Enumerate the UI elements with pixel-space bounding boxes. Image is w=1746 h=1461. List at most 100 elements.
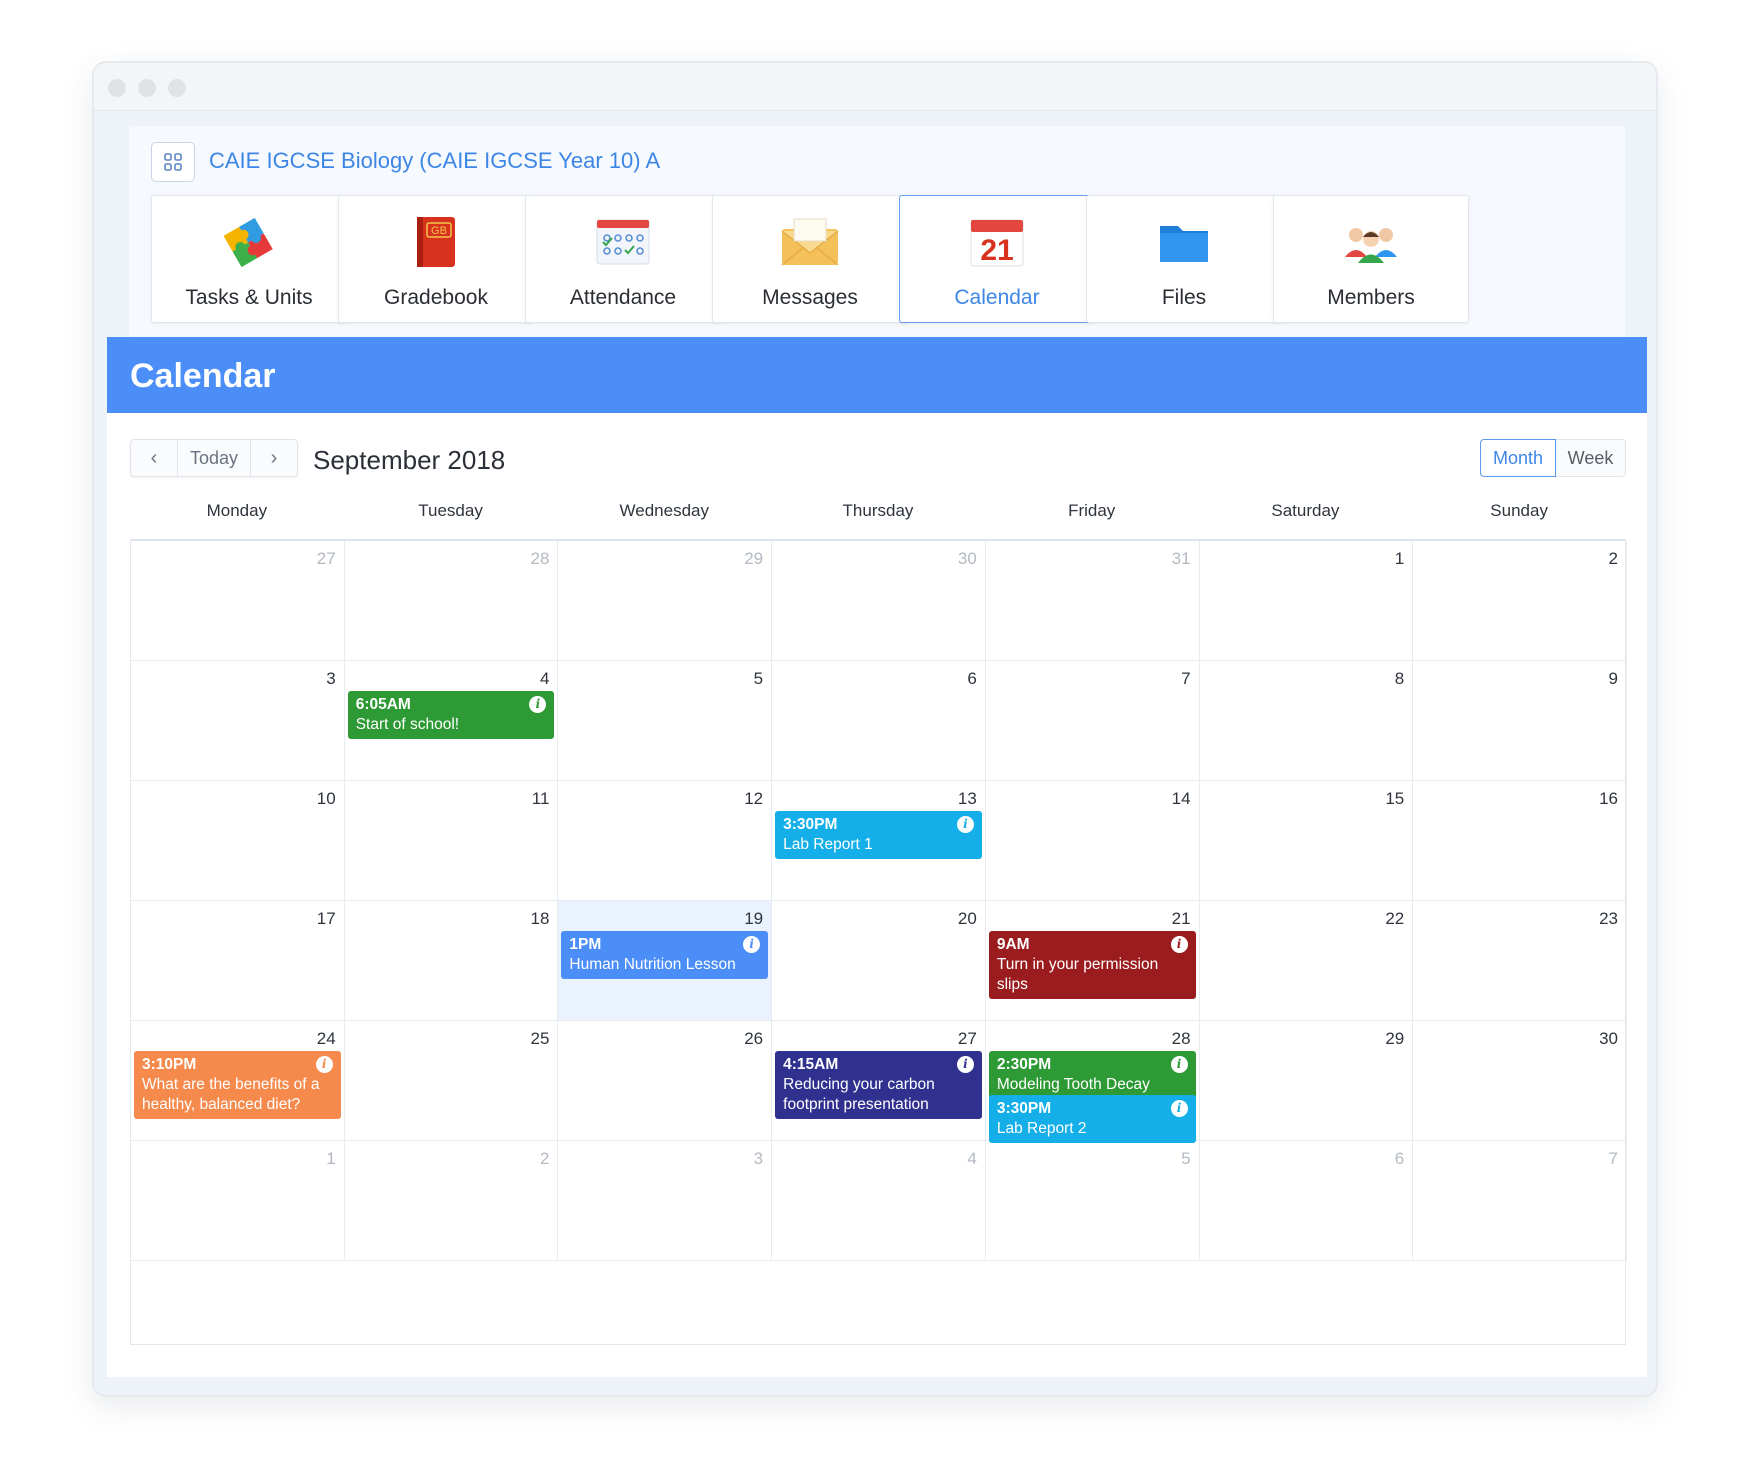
day-cell[interactable]: 1	[131, 1141, 345, 1261]
day-number: 8	[1394, 669, 1405, 688]
calendar-event[interactable]: 4:15AM Reducing your carbon footprint pre…	[775, 1051, 982, 1119]
weekday-header: Tuesday	[418, 501, 483, 520]
day-cell[interactable]: 27	[131, 541, 345, 661]
day-cell[interactable]: 23	[1413, 901, 1627, 1021]
day-cell[interactable]: 16	[1413, 781, 1627, 901]
calendar-event[interactable]: 3:10PM What are the benefits of a healthy…	[134, 1051, 341, 1119]
envelope-icon	[778, 212, 842, 272]
calendar-event[interactable]: 6:05AM Start of school! i	[347, 691, 555, 739]
close-window-dot[interactable]	[108, 79, 126, 97]
event-title: Start of school!	[355, 716, 460, 733]
day-cell[interactable]: 31	[985, 541, 1200, 661]
calendar-event[interactable]: 3:30PM Lab Report 2 i	[988, 1095, 1196, 1143]
day-cell[interactable]: 7	[1413, 1141, 1627, 1261]
info-icon[interactable]: i	[315, 1056, 333, 1073]
day-number: 16	[1599, 789, 1618, 808]
info-icon[interactable]: i	[743, 936, 761, 953]
calendar-event[interactable]: 9AM Turn in your permission slips i	[988, 931, 1196, 999]
day-cell[interactable]: 5	[985, 1141, 1200, 1261]
today-button[interactable]: Today	[177, 440, 251, 476]
nav-tile-attendance[interactable]: Attendance	[525, 195, 721, 323]
day-cell[interactable]: 30	[772, 541, 986, 661]
minimize-window-dot[interactable]	[138, 79, 156, 97]
info-icon[interactable]: i	[1170, 1100, 1188, 1117]
day-cell[interactable]: 18	[344, 901, 559, 1021]
nav-tile-files[interactable]: Files	[1086, 195, 1282, 323]
day-cell[interactable]: 25	[344, 1021, 559, 1141]
day-cell[interactable]: 20	[772, 901, 986, 1021]
nav-tile-tasks-units[interactable]: Tasks & Units	[151, 195, 347, 323]
event-title: Human Nutrition Lesson	[569, 956, 736, 973]
day-cell[interactable]: 3	[131, 661, 345, 781]
day-number: 28	[1171, 1029, 1191, 1048]
course-title[interactable]: CAIE IGCSE Biology (CAIE IGCSE Year 10) …	[209, 148, 660, 174]
tile-label: Messages	[762, 286, 858, 309]
day-number: 5	[753, 669, 764, 688]
info-icon[interactable]: i	[956, 1056, 974, 1073]
day-cell[interactable]: 2	[344, 1141, 559, 1261]
day-cell[interactable]: 26	[558, 1021, 773, 1141]
day-cell[interactable]: 29	[1199, 1021, 1414, 1141]
event-time: 3:30PM	[783, 816, 838, 833]
folder-icon	[1152, 212, 1216, 272]
day-number: 29	[744, 549, 764, 568]
calendar-body: ‹ Today › September 2018 Month Week Mond…	[107, 413, 1647, 1377]
info-icon[interactable]: i	[956, 816, 974, 833]
day-cell[interactable]: 11	[344, 781, 559, 901]
day-cell[interactable]: 15	[1199, 781, 1414, 901]
weekday-header: Sunday	[1490, 501, 1548, 520]
grid-icon[interactable]	[151, 142, 195, 182]
day-cell[interactable]: 3	[558, 1141, 773, 1261]
day-cell[interactable]: 14	[985, 781, 1200, 901]
next-month-button[interactable]: ›	[251, 440, 297, 476]
calendar-event[interactable]: 1PM Human Nutrition Lesson i	[561, 931, 769, 979]
day-number: 2	[539, 1149, 550, 1168]
week-view-button[interactable]: Week	[1556, 440, 1625, 476]
day-cell[interactable]: 9	[1413, 661, 1627, 781]
day-number: 27	[316, 549, 336, 568]
day-cell[interactable]: 28	[344, 541, 559, 661]
event-time: 9AM	[996, 936, 1030, 953]
day-cell[interactable]: 30	[1413, 1021, 1627, 1141]
day-cell[interactable]: 6	[1199, 1141, 1414, 1261]
day-cell[interactable]: 2	[1413, 541, 1627, 661]
nav-tile-gradebook[interactable]: GB Gradebook	[338, 195, 534, 323]
day-number: 25	[530, 1029, 550, 1048]
day-cell[interactable]: 6	[772, 661, 986, 781]
day-cell[interactable]: 5	[558, 661, 773, 781]
calendar-event[interactable]: 2:30PM Modeling Tooth Decay i	[988, 1051, 1196, 1099]
event-time: 3:10PM	[142, 1056, 197, 1073]
tile-label: Members	[1327, 286, 1415, 309]
nav-tile-calendar[interactable]: 21 Calendar	[899, 195, 1095, 323]
month-view-button[interactable]: Month	[1480, 439, 1556, 477]
info-icon[interactable]: i	[1170, 936, 1188, 953]
nav-tile-messages[interactable]: Messages	[712, 195, 908, 323]
maximize-window-dot[interactable]	[168, 79, 186, 97]
tile-label: Gradebook	[384, 286, 488, 309]
day-cell[interactable]: 10	[131, 781, 345, 901]
info-icon[interactable]: i	[1170, 1056, 1188, 1073]
previous-month-button[interactable]: ‹	[131, 440, 177, 476]
day-number: 15	[1385, 789, 1405, 808]
day-cell[interactable]: 7	[985, 661, 1200, 781]
nav-tile-members[interactable]: Members	[1273, 195, 1469, 323]
day-cell[interactable]: 8	[1199, 661, 1414, 781]
day-cell[interactable]: 17	[131, 901, 345, 1021]
day-cell[interactable]: 4	[772, 1141, 986, 1261]
page-title: Calendar	[130, 357, 276, 395]
day-number: 20	[957, 909, 977, 928]
day-cell[interactable]: 1	[1199, 541, 1414, 661]
event-title: Lab Report 2	[996, 1120, 1087, 1137]
day-cell[interactable]: 22	[1199, 901, 1414, 1021]
day-cell[interactable]: 29	[558, 541, 773, 661]
day-number: 3	[753, 1149, 764, 1168]
weekday-header: Thursday	[842, 501, 914, 520]
day-number: 1	[1394, 549, 1405, 568]
calendar-header: Calendar	[107, 337, 1647, 413]
day-number: 2	[1608, 549, 1618, 568]
event-time: 2:30PM	[996, 1056, 1052, 1073]
day-number: 21	[1171, 909, 1191, 928]
day-number: 14	[1171, 789, 1191, 808]
day-cell[interactable]: 12	[558, 781, 773, 901]
calendar-event[interactable]: 3:30PM Lab Report 1 i	[775, 811, 982, 859]
